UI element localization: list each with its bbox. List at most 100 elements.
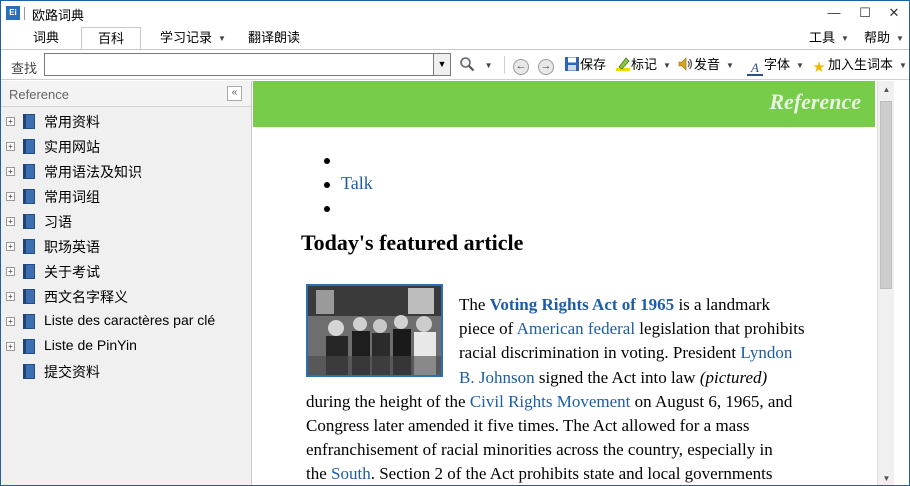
expand-icon[interactable]: +: [6, 242, 15, 251]
toolbar: 查找 ▼ ▼ ← → 保存 标记 ▼ 发音 ▼ A 字体 ▼ ★ 加入生词本 ▼: [1, 50, 909, 80]
chevron-down-icon: ▼: [896, 34, 904, 44]
minimize-button[interactable]: —: [820, 3, 848, 23]
article-text: on August 6, 1965, and: [630, 392, 793, 411]
article-text: the: [306, 464, 332, 483]
expand-icon[interactable]: +: [6, 317, 15, 326]
tree-item-pinyin[interactable]: + Liste de PinYin: [1, 334, 251, 359]
search-button[interactable]: ▼: [459, 56, 493, 74]
south-link[interactable]: South: [331, 464, 371, 483]
book-icon: [23, 139, 35, 154]
lyndon-johnson-link[interactable]: B. Johnson: [459, 368, 535, 387]
tools-menu[interactable]: 工具 ▼: [805, 27, 853, 50]
scroll-up-icon[interactable]: ▲: [878, 81, 895, 98]
tab-dictionary-label: 词典: [32, 30, 59, 45]
list-item: [324, 149, 373, 173]
book-icon: [23, 289, 35, 304]
tab-encyclopedia[interactable]: 百科: [81, 27, 141, 50]
speak-label: 发音: [694, 57, 721, 72]
add-wordbook-button[interactable]: ★ 加入生词本 ▼: [811, 56, 907, 76]
search-history-dropdown[interactable]: ▼: [433, 53, 451, 76]
article-text: piece of: [459, 319, 517, 338]
american-federal-link[interactable]: American federal: [517, 319, 635, 338]
tree-item-common-materials[interactable]: + 常用资料: [1, 109, 251, 134]
tree-item-label: 西文名字释义: [44, 289, 128, 305]
tree-item-western-names[interactable]: + 西文名字释义: [1, 284, 251, 309]
book-icon: [23, 164, 35, 179]
scrollbar-thumb[interactable]: [880, 101, 892, 289]
window-title: 欧路词典: [32, 8, 85, 23]
tab-study-records-label: 学习记录: [160, 30, 213, 45]
scroll-down-icon[interactable]: ▼: [878, 470, 895, 485]
help-menu[interactable]: 帮助 ▼: [859, 27, 909, 50]
civil-rights-movement-link[interactable]: Civil Rights Movement: [470, 392, 631, 411]
tree-item-label: 实用网站: [44, 139, 100, 155]
talk-link[interactable]: Talk: [341, 173, 373, 193]
tab-study-records[interactable]: 学习记录 ▼: [153, 27, 233, 50]
reference-tree: + 常用资料 + 实用网站 + 常用语法及知识 + 常用词组 + 习语 + 职场英语 + 关于…: [1, 109, 251, 384]
back-button[interactable]: ←: [513, 56, 529, 75]
book-icon: [23, 314, 35, 329]
tree-item-useful-websites[interactable]: + 实用网站: [1, 134, 251, 159]
tab-dictionary[interactable]: 词典: [19, 27, 73, 50]
expand-icon[interactable]: +: [6, 267, 15, 276]
book-icon: [23, 114, 35, 129]
maximize-button[interactable]: ☐: [851, 3, 879, 23]
tree-item-label: 职场英语: [44, 239, 100, 255]
tree-item-grammar[interactable]: + 常用语法及知识: [1, 159, 251, 184]
expand-icon[interactable]: +: [6, 292, 15, 301]
expand-icon[interactable]: +: [6, 217, 15, 226]
tree-item-radicals[interactable]: + Liste des caractères par clé: [1, 309, 251, 334]
photo-signing-icon: [308, 286, 441, 375]
lyndon-johnson-link[interactable]: Lyndon: [740, 343, 792, 362]
article-text: legislation that prohibits: [635, 319, 805, 338]
back-arrow-icon: ←: [513, 59, 529, 75]
book-icon: [23, 264, 35, 279]
vertical-scrollbar[interactable]: ▲ ▼: [877, 81, 895, 485]
article-line: the South. Section 2 of the Act prohibit…: [306, 462, 773, 485]
reference-banner: Reference: [253, 81, 875, 127]
sidebar-title: Reference: [9, 87, 69, 102]
tree-item-label: 关于考试: [44, 264, 100, 280]
tree-item-idioms[interactable]: + 习语: [1, 209, 251, 234]
featured-article-heading: Today's featured article: [301, 230, 524, 255]
expand-icon[interactable]: +: [6, 142, 15, 151]
save-button[interactable]: 保存: [564, 56, 606, 74]
expand-icon[interactable]: +: [6, 117, 15, 126]
tree-item-submit-materials[interactable]: 提交资料: [1, 359, 251, 384]
voting-rights-act-link[interactable]: Voting Rights Act of 1965: [490, 295, 675, 314]
highlighter-icon: [616, 57, 630, 71]
title-bar: Ei 欧路词典 — ☐ ✕: [1, 1, 909, 25]
article-line: during the height of the Civil Rights Mo…: [306, 390, 792, 414]
tree-item-business-english[interactable]: + 职场英语: [1, 234, 251, 259]
forward-button[interactable]: →: [538, 56, 554, 75]
mark-button[interactable]: 标记 ▼: [615, 56, 671, 74]
article-text: signed the Act into law: [534, 368, 700, 387]
add-wordbook-label: 加入生词本: [828, 57, 894, 72]
featured-article-image[interactable]: [306, 284, 443, 377]
toolbar-separator: [504, 56, 505, 74]
font-button[interactable]: A 字体 ▼: [747, 56, 804, 76]
speak-button[interactable]: 发音 ▼: [678, 56, 734, 74]
tab-translate-read-label: 翻译朗读: [247, 30, 300, 45]
book-icon: [23, 189, 35, 204]
article-text: during the height of the: [306, 392, 470, 411]
book-icon: [23, 239, 35, 254]
title-separator: [24, 7, 25, 20]
search-input[interactable]: [44, 53, 434, 76]
tab-translate-read[interactable]: 翻译朗读: [241, 27, 307, 50]
save-label: 保存: [580, 57, 607, 72]
expand-icon[interactable]: +: [6, 167, 15, 176]
expand-icon[interactable]: +: [6, 192, 15, 201]
tree-item-exams[interactable]: + 关于考试: [1, 259, 251, 284]
list-item: [324, 197, 373, 221]
font-icon: A: [747, 61, 763, 76]
article-line: racial discrimination in voting. Preside…: [459, 341, 792, 365]
close-button[interactable]: ✕: [880, 3, 908, 23]
tree-item-phrases[interactable]: + 常用词组: [1, 184, 251, 209]
collapse-sidebar-icon[interactable]: «: [227, 86, 242, 101]
chevron-down-icon: ▼: [899, 60, 907, 70]
article-text: enfranchisement of racial minorities acr…: [306, 440, 773, 459]
article-line: piece of American federal legislation th…: [459, 317, 805, 341]
expand-icon[interactable]: +: [6, 342, 15, 351]
main-tab-bar: 词典 百科 学习记录 ▼ 翻译朗读 工具 ▼ 帮助 ▼: [1, 25, 909, 50]
